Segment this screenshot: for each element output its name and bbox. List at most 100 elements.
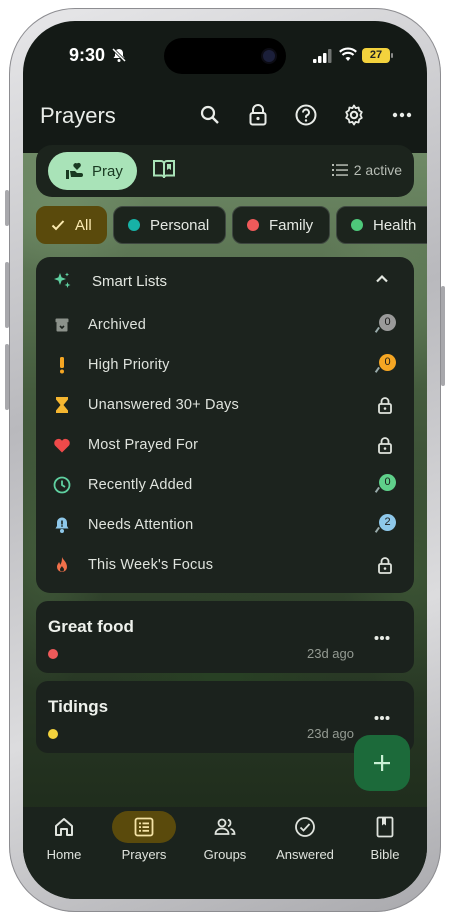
- archive-icon: [52, 315, 72, 335]
- smart-list-label: Archived: [88, 317, 147, 333]
- prayer-title: Great food: [48, 617, 134, 636]
- home-icon: [32, 811, 96, 843]
- flame-icon: [52, 555, 72, 575]
- pray-mode-button[interactable]: Pray: [48, 152, 137, 190]
- more-icon[interactable]: [374, 715, 390, 721]
- category-chips: All Personal Family Health: [36, 206, 427, 246]
- pray-mode-label: Pray: [92, 162, 123, 180]
- chevron-up-icon: [376, 274, 388, 283]
- page-title: Prayers: [40, 103, 116, 128]
- plus-icon: [374, 755, 390, 771]
- more-icon[interactable]: [374, 635, 390, 641]
- list-icon: [112, 811, 176, 843]
- bell-off-icon: [111, 47, 127, 63]
- chip-label: Family: [269, 216, 314, 234]
- search-icon[interactable]: [196, 101, 224, 129]
- wifi-icon: [339, 47, 357, 61]
- sparkle-icon: [54, 272, 71, 288]
- screen: 9:30 27 Prayers Pray 2 active All Person…: [23, 21, 427, 899]
- smart-list-recently-added[interactable]: Recently Added 0: [36, 465, 414, 505]
- nav-answered[interactable]: Answered: [265, 807, 345, 877]
- hourglass-icon: [52, 395, 72, 415]
- nav-bible[interactable]: Bible: [345, 807, 425, 877]
- bottom-nav: Home Prayers Groups Answered Bible: [23, 807, 427, 899]
- count-badge: 0: [374, 314, 396, 336]
- chip-family[interactable]: Family: [232, 206, 330, 244]
- smart-list-needs-attention[interactable]: Needs Attention 2: [36, 505, 414, 545]
- check-circle-icon: [273, 811, 337, 843]
- prayer-age: 23d ago: [307, 726, 354, 741]
- battery-indicator: 27: [362, 48, 390, 63]
- personal-color-dot: [128, 219, 140, 231]
- pray-hands-icon: [66, 162, 83, 179]
- status-bar: 9:30 27: [23, 21, 427, 91]
- nav-home[interactable]: Home: [24, 807, 104, 877]
- read-mode-button[interactable]: [152, 158, 176, 185]
- category-dot: [48, 729, 58, 739]
- open-book-icon: [153, 160, 175, 179]
- prayer-title: Tidings: [48, 697, 109, 716]
- lock-icon: [374, 434, 396, 456]
- nav-groups[interactable]: Groups: [185, 807, 265, 877]
- nav-label: Prayers: [121, 847, 167, 862]
- nav-label: Home: [46, 847, 82, 862]
- count-badge: 0: [374, 354, 396, 376]
- smart-list-most-prayed[interactable]: Most Prayed For: [36, 425, 414, 465]
- chip-label: Personal: [150, 216, 210, 234]
- chip-label: All: [75, 216, 92, 234]
- smart-list-archived[interactable]: Archived 0: [36, 305, 414, 345]
- active-count: 2 active: [331, 162, 402, 178]
- prayer-age: 23d ago: [307, 646, 354, 661]
- action-button: [5, 190, 9, 226]
- nav-prayers[interactable]: Prayers: [104, 807, 184, 877]
- volume-down-button: [5, 344, 9, 410]
- heart-icon: [52, 435, 72, 455]
- lock-icon: [374, 394, 396, 416]
- more-icon[interactable]: [388, 101, 416, 129]
- check-icon: [51, 220, 65, 231]
- chip-personal[interactable]: Personal: [113, 206, 226, 244]
- mode-bar: Pray 2 active: [36, 145, 414, 197]
- nav-label: Groups: [203, 847, 247, 862]
- help-icon[interactable]: [292, 101, 320, 129]
- smart-list-label: High Priority: [88, 357, 170, 373]
- smart-lists-title: Smart Lists: [92, 273, 168, 290]
- clock: 9:30: [69, 45, 106, 65]
- clock-icon: [52, 475, 72, 495]
- exclamation-icon: [52, 355, 72, 375]
- smart-lists-panel: Smart Lists Archived 0 High Priority 0 U…: [36, 257, 414, 593]
- add-prayer-button[interactable]: [354, 735, 410, 791]
- category-dot: [48, 649, 58, 659]
- nav-label: Answered: [276, 847, 334, 862]
- list-icon: [331, 164, 348, 176]
- lock-icon[interactable]: [244, 101, 272, 129]
- chip-all[interactable]: All: [36, 206, 107, 244]
- count-badge: 2: [374, 514, 396, 536]
- smart-list-unanswered[interactable]: Unanswered 30+ Days: [36, 385, 414, 425]
- smart-list-label: Recently Added: [88, 477, 193, 493]
- lock-icon: [374, 554, 396, 576]
- count-badge: 0: [374, 474, 396, 496]
- smart-list-label: This Week's Focus: [88, 557, 214, 573]
- gear-icon[interactable]: [340, 101, 368, 129]
- chip-label: Health: [373, 216, 417, 234]
- camera-icon: [263, 50, 275, 62]
- nav-label: Bible: [370, 847, 400, 862]
- active-count-label: 2 active: [353, 162, 402, 178]
- volume-up-button: [5, 262, 9, 328]
- smart-list-weeks-focus[interactable]: This Week's Focus: [36, 545, 414, 585]
- groups-icon: [193, 811, 257, 843]
- smart-list-high-priority[interactable]: High Priority 0: [36, 345, 414, 385]
- power-button: [441, 286, 445, 386]
- smart-list-label: Unanswered 30+ Days: [88, 397, 239, 413]
- health-color-dot: [351, 219, 363, 231]
- app-bar: Prayers: [23, 93, 427, 137]
- prayer-card[interactable]: Great food 23d ago: [36, 601, 414, 673]
- chip-health[interactable]: Health: [336, 206, 427, 244]
- book-icon: [353, 811, 417, 843]
- smart-lists-header[interactable]: Smart Lists: [36, 257, 414, 305]
- smart-list-label: Most Prayed For: [88, 437, 199, 453]
- family-color-dot: [247, 219, 259, 231]
- battery-tip: [391, 53, 393, 58]
- signal-icon: [313, 49, 332, 63]
